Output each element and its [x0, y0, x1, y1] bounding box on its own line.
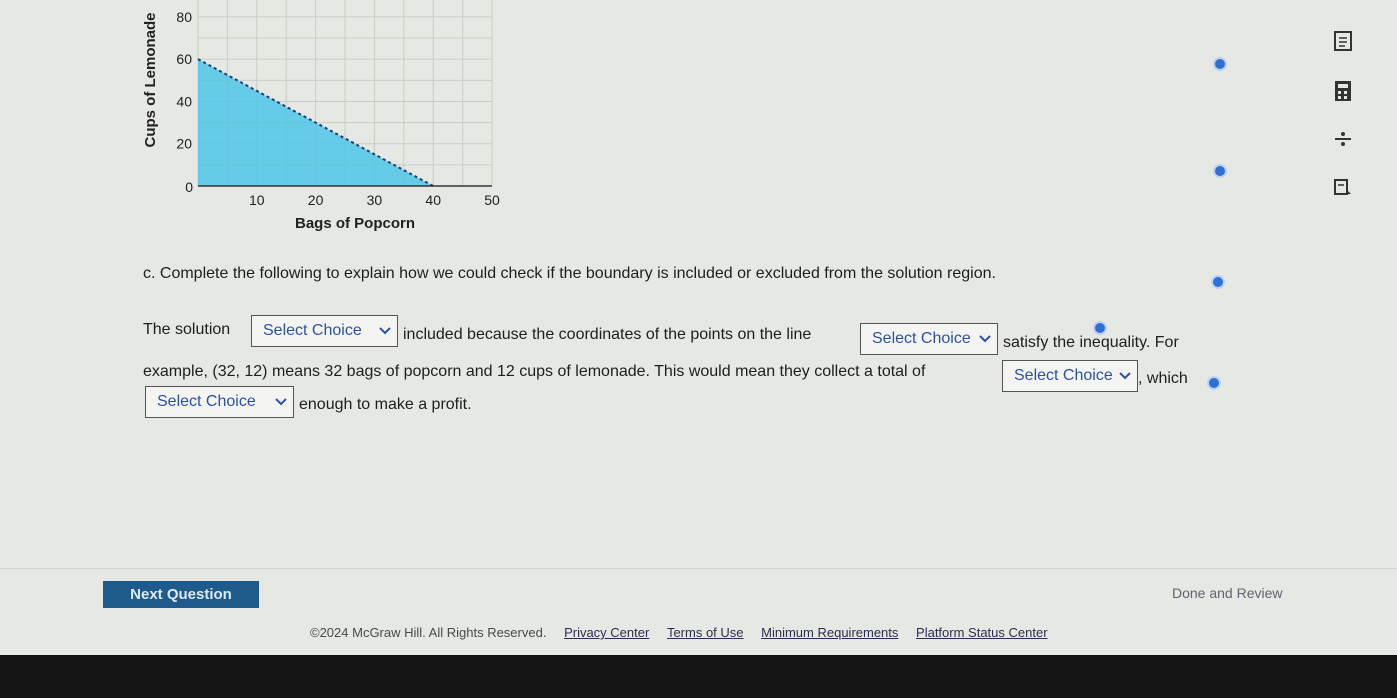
x-tick-label: 10: [249, 192, 265, 208]
assignment-page: 10 20 30 40 50 20 40 60 80 0 Bags of Popcorn Cu…: [0, 0, 1397, 655]
minimum-requirements-link[interactable]: Minimum Requirements: [761, 625, 898, 640]
x-axis-label: Bags of Popcorn: [295, 215, 415, 232]
status-dot: [1213, 164, 1227, 178]
y-axis-label: Cups of Lemonade: [142, 12, 159, 147]
select-value: Select Choice: [157, 393, 256, 410]
select-choice-1[interactable]: Select Choice: [251, 315, 398, 347]
origin-label: 0: [185, 179, 193, 195]
platform-status-link[interactable]: Platform Status Center: [916, 625, 1048, 640]
x-tick-label: 50: [484, 192, 500, 208]
privacy-center-link[interactable]: Privacy Center: [564, 625, 649, 640]
tool-strip: [1320, 20, 1368, 215]
sentence-text: , which: [1138, 370, 1188, 387]
calculator-icon[interactable]: [1330, 78, 1356, 104]
x-tick-label: 30: [367, 192, 383, 208]
select-choice-3[interactable]: Select Choice: [1002, 360, 1138, 392]
y-tick-label: 40: [176, 93, 192, 109]
chevron-down-icon: [379, 327, 391, 335]
sentence-text: enough to make a profit.: [299, 396, 472, 413]
status-dot: [1211, 275, 1225, 289]
chevron-down-icon: [1119, 372, 1131, 380]
part-c-prompt: c. Complete the following to explain how…: [143, 265, 996, 282]
terms-of-use-link[interactable]: Terms of Use: [667, 625, 744, 640]
y-tick-labels: 20 40 60 80: [176, 9, 192, 152]
select-value: Select Choice: [1014, 367, 1113, 384]
y-tick-label: 60: [176, 51, 192, 67]
reference-icon[interactable]: [1330, 126, 1356, 152]
status-dot: [1207, 376, 1221, 390]
status-dot: [1213, 57, 1227, 71]
done-and-review-link[interactable]: Done and Review: [1172, 585, 1283, 601]
select-value: Select Choice: [263, 322, 362, 339]
divider: [0, 568, 1397, 569]
sentence-text: included because the coordinates of the …: [403, 326, 812, 343]
y-tick-label: 20: [176, 136, 192, 152]
footer: ©2024 McGraw Hill. All Rights Reserved. …: [310, 625, 1048, 640]
sentence-text: The solution: [143, 321, 231, 338]
status-dot: [1093, 321, 1107, 335]
copyright-text: ©2024 McGraw Hill. All Rights Reserved.: [310, 625, 547, 640]
chevron-down-icon: [275, 398, 287, 406]
sentence-text: example, (32, 12) means 32 bags of popco…: [143, 363, 926, 380]
graph-svg: 10 20 30 40 50 20 40 60 80 0 Bags of Popcorn Cu…: [142, 0, 500, 232]
inequality-graph: 10 20 30 40 50 20 40 60 80 0 Bags of Popcorn Cu…: [130, 0, 520, 240]
sentence-text: satisfy the inequality. For: [1003, 334, 1179, 351]
select-choice-4[interactable]: Select Choice: [145, 386, 294, 418]
x-tick-labels: 10 20 30 40 50: [249, 192, 500, 208]
next-question-button[interactable]: Next Question: [103, 581, 259, 608]
chevron-down-icon: [979, 335, 991, 343]
y-tick-label: 80: [176, 9, 192, 25]
screen-bezel: [0, 655, 1397, 698]
select-value: Select Choice: [872, 330, 971, 347]
x-tick-label: 40: [425, 192, 441, 208]
notes-icon[interactable]: [1330, 28, 1356, 54]
select-choice-2[interactable]: Select Choice: [860, 323, 998, 355]
highlighter-icon[interactable]: [1330, 174, 1356, 200]
x-tick-label: 20: [308, 192, 324, 208]
